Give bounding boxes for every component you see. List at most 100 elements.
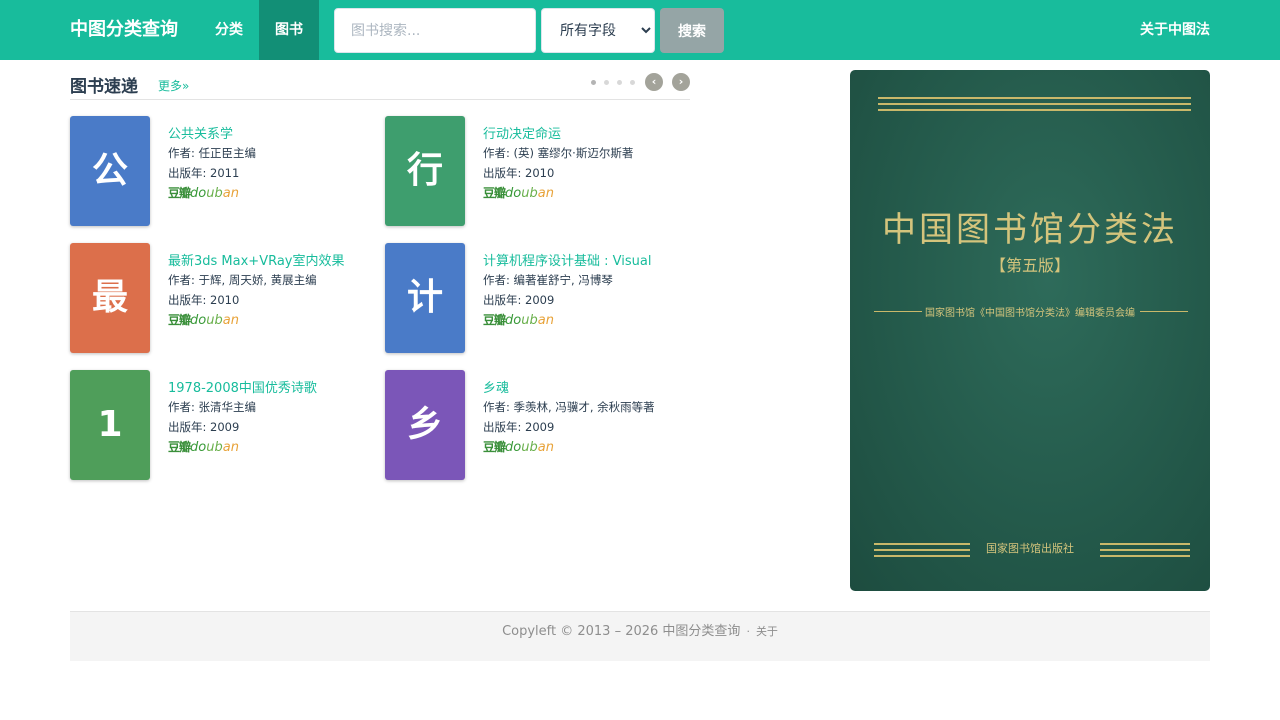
nav-about[interactable]: 关于中图法 bbox=[1140, 0, 1210, 60]
douban-logo-part: ub bbox=[206, 313, 223, 328]
douban-logo-part: an bbox=[222, 186, 239, 201]
douban-logo-part: do bbox=[505, 440, 522, 455]
book-cover[interactable]: 公 bbox=[70, 116, 150, 226]
douban-logo-cn: 豆瓣 bbox=[483, 313, 506, 327]
author-name: 任正臣主编 bbox=[198, 146, 257, 160]
classification-book-cover-image: 中国图书馆分类法 【第五版】 国家图书馆《中国图书馆分类法》编辑委员会编 国家图… bbox=[850, 70, 1210, 591]
douban-logo-cn: 豆瓣 bbox=[168, 186, 191, 200]
douban-logo-part: an bbox=[222, 440, 239, 455]
douban-logo-cn: 豆瓣 bbox=[168, 440, 191, 454]
cover-gold-line bbox=[1100, 543, 1190, 545]
douban-logo-part: ub bbox=[206, 186, 223, 201]
douban-logo-part: an bbox=[222, 313, 239, 328]
book-card: 乡乡魂作者: 季羡林, 冯骥才, 余秋雨等著 出版年: 2009 豆瓣douban bbox=[385, 370, 685, 480]
douban-logo-part: an bbox=[537, 186, 554, 201]
cover-gold-line bbox=[878, 97, 1191, 99]
book-card: 最最新3ds Max+VRay室内效果 作者: 于辉, 周天娇, 黄展主编 出版年:… bbox=[70, 243, 370, 353]
douban-logo-part: do bbox=[190, 440, 207, 455]
douban-logo-cn: 豆瓣 bbox=[168, 313, 191, 327]
book-author: 作者: 编著崔舒宁, 冯博琴 bbox=[483, 272, 675, 288]
book-year: 出版年: 2010 bbox=[483, 165, 675, 181]
book-cover[interactable]: 1 bbox=[70, 370, 150, 480]
douban-logo[interactable]: 豆瓣douban bbox=[483, 311, 554, 328]
author-prefix: 作者: bbox=[483, 146, 514, 160]
douban-logo-part: do bbox=[505, 186, 522, 201]
carousel-dot[interactable] bbox=[604, 80, 609, 85]
books-section-header: 图书速递 更多» ‹ › bbox=[70, 70, 690, 100]
douban-logo-part: do bbox=[190, 186, 207, 201]
book-search-input[interactable] bbox=[334, 8, 536, 53]
book-author: 作者: 季羡林, 冯骥才, 余秋雨等著 bbox=[483, 399, 675, 415]
search-button[interactable]: 搜索 bbox=[660, 8, 724, 53]
douban-logo-part: ub bbox=[521, 186, 538, 201]
brand-logo[interactable]: 中图分类查询 bbox=[70, 0, 178, 60]
year-value: 2009 bbox=[525, 293, 555, 307]
douban-logo-part: ub bbox=[521, 440, 538, 455]
cover-edition: 【第五版】 bbox=[989, 256, 1070, 275]
book-cover[interactable]: 行 bbox=[385, 116, 465, 226]
cover-gold-line bbox=[1100, 555, 1190, 557]
footer: Copyleft © 2013 – 2026 中图分类查询 · 关于 bbox=[70, 611, 1210, 661]
carousel-next-icon[interactable]: › bbox=[672, 73, 690, 91]
year-prefix: 出版年: bbox=[483, 293, 526, 307]
year-value: 2009 bbox=[525, 420, 555, 434]
book-title-link[interactable]: 最新3ds Max+VRay室内效果 bbox=[168, 250, 360, 269]
author-prefix: 作者: bbox=[483, 273, 514, 287]
book-cover[interactable]: 最 bbox=[70, 243, 150, 353]
year-value: 2009 bbox=[210, 420, 240, 434]
carousel-dot[interactable] bbox=[630, 80, 635, 85]
year-value: 2011 bbox=[210, 166, 240, 180]
douban-logo[interactable]: 豆瓣douban bbox=[483, 184, 554, 201]
douban-logo-part: do bbox=[190, 313, 207, 328]
year-prefix: 出版年: bbox=[168, 166, 211, 180]
book-author: 作者: 于辉, 周天娇, 黄展主编 bbox=[168, 272, 360, 288]
nav-books[interactable]: 图书 bbox=[259, 0, 319, 60]
cover-gold-line bbox=[1100, 549, 1190, 551]
author-prefix: 作者: bbox=[168, 273, 199, 287]
book-cover[interactable]: 计 bbox=[385, 243, 465, 353]
book-author: 作者: (英) 塞缪尔·斯迈尔斯著 bbox=[483, 145, 675, 161]
author-name: 于辉, 周天娇, 黄展主编 bbox=[198, 273, 317, 287]
footer-about-link[interactable]: 关于 bbox=[756, 625, 778, 638]
book-title-link[interactable]: 1978-2008中国优秀诗歌 bbox=[168, 377, 360, 396]
carousel-prev-icon[interactable]: ‹ bbox=[645, 73, 663, 91]
nav-categories[interactable]: 分类 bbox=[200, 0, 258, 60]
book-card: 公公共关系学 作者: 任正臣主编 出版年: 2011 豆瓣douban bbox=[70, 116, 370, 226]
author-name: 季羡林, 冯骥才, 余秋雨等著 bbox=[513, 400, 655, 414]
douban-logo-part: ub bbox=[206, 440, 223, 455]
book-title-link[interactable]: 公共关系学 bbox=[168, 123, 360, 142]
cover-title: 中国图书馆分类法 bbox=[882, 210, 1178, 250]
book-year: 出版年: 2009 bbox=[483, 419, 675, 435]
book-title-link[interactable]: 行动决定命运 bbox=[483, 123, 675, 142]
carousel-dot[interactable] bbox=[617, 80, 622, 85]
book-card: 计计算机程序设计基础 : Visual 作者: 编著崔舒宁, 冯博琴 出版年: 20… bbox=[385, 243, 685, 353]
year-prefix: 出版年: bbox=[483, 166, 526, 180]
douban-logo-part: ub bbox=[521, 313, 538, 328]
douban-logo-part: an bbox=[537, 313, 554, 328]
douban-logo[interactable]: 豆瓣douban bbox=[168, 184, 239, 201]
douban-logo[interactable]: 豆瓣douban bbox=[168, 438, 239, 455]
more-link[interactable]: 更多» bbox=[158, 77, 189, 94]
author-prefix: 作者: bbox=[168, 400, 199, 414]
year-value: 2010 bbox=[210, 293, 240, 307]
carousel-dot[interactable] bbox=[591, 80, 596, 85]
book-card: 1 1978-2008中国优秀诗歌 作者: 张清华主编 出版年: 2009 豆瓣doub… bbox=[70, 370, 370, 480]
book-year: 出版年: 2009 bbox=[168, 419, 360, 435]
book-title-link[interactable]: 乡魂 bbox=[483, 377, 675, 396]
navbar: 中图分类查询 分类 图书 所有字段 搜索 关于中图法 bbox=[0, 0, 1280, 60]
cover-gold-line bbox=[878, 109, 1191, 111]
cover-gold-line bbox=[1140, 311, 1188, 312]
book-year: 出版年: 2011 bbox=[168, 165, 360, 181]
book-cover[interactable]: 乡 bbox=[385, 370, 465, 480]
book-title-link[interactable]: 计算机程序设计基础 : Visual bbox=[483, 250, 675, 269]
author-name: (英) 塞缪尔·斯迈尔斯著 bbox=[513, 146, 634, 160]
book-author: 作者: 张清华主编 bbox=[168, 399, 360, 415]
book-year: 出版年: 2010 bbox=[168, 292, 360, 308]
author-name: 编著崔舒宁, 冯博琴 bbox=[513, 273, 613, 287]
section-title: 图书速递 bbox=[70, 77, 138, 97]
douban-logo[interactable]: 豆瓣douban bbox=[483, 438, 554, 455]
search-field-select[interactable]: 所有字段 bbox=[541, 8, 655, 53]
douban-logo-part: an bbox=[537, 440, 554, 455]
douban-logo[interactable]: 豆瓣douban bbox=[168, 311, 239, 328]
year-prefix: 出版年: bbox=[168, 293, 211, 307]
